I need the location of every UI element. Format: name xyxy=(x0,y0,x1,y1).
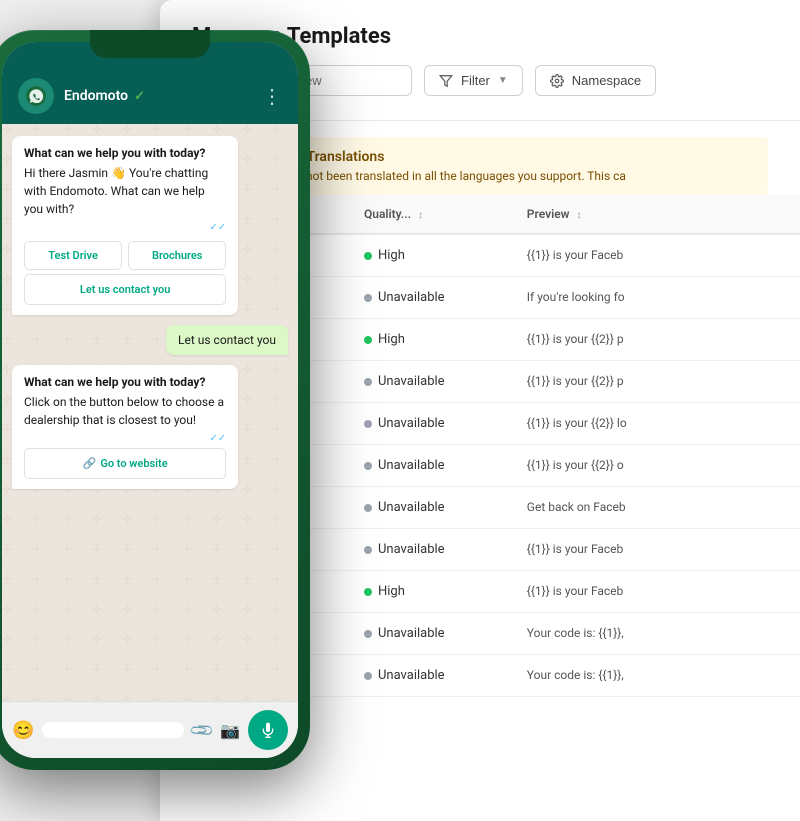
preview-cell: Your code is: {{1}}, xyxy=(511,655,800,697)
gear-icon xyxy=(550,74,564,88)
preview-text: {{1}} is your Faceb xyxy=(527,542,624,556)
mic-button[interactable] xyxy=(248,710,288,750)
contact-info: Endomoto ✓ xyxy=(64,88,252,104)
quality-cell: High xyxy=(348,234,511,277)
external-link-icon: 🔗 xyxy=(83,457,97,470)
message-checkmark-1: ✓✓ xyxy=(24,222,226,233)
bubble-body-2: Click on the button below to choose a de… xyxy=(24,393,226,429)
preview-text: {{1}} is your {{2}} p xyxy=(527,332,624,346)
quality-cell: Unavailable xyxy=(348,613,511,655)
chat-body[interactable]: What can we help you with today? Hi ther… xyxy=(2,124,298,701)
bubble-title-2: What can we help you with today? xyxy=(24,375,226,389)
quality-dot xyxy=(364,252,372,260)
quality-cell: High xyxy=(348,571,511,613)
quality-dot xyxy=(364,336,372,344)
quality-cell: Unavailable xyxy=(348,361,511,403)
quality-label: Unavailable xyxy=(378,668,445,683)
quality-dot xyxy=(364,420,372,428)
go-to-website-button[interactable]: 🔗 Go to website xyxy=(24,448,226,479)
quality-label: Unavailable xyxy=(378,374,445,389)
mic-icon xyxy=(260,722,276,738)
brochures-button[interactable]: Brochures xyxy=(128,241,226,270)
filter-button[interactable]: Filter ▼ xyxy=(424,65,523,96)
namespace-button[interactable]: Namespace xyxy=(535,65,656,96)
quality-label: Unavailable xyxy=(378,416,445,431)
quality-dot xyxy=(364,546,372,554)
filter-icon xyxy=(439,74,453,88)
quality-cell: Unavailable xyxy=(348,277,511,319)
quality-dot xyxy=(364,504,372,512)
preview-text: {{1}} is your {{2}} o xyxy=(527,458,624,472)
preview-cell: {{1}} is your Faceb xyxy=(511,529,800,571)
chat-bubble-2: What can we help you with today? Click o… xyxy=(12,365,238,489)
preview-text: Your code is: {{1}}, xyxy=(527,626,624,640)
phone-notch xyxy=(90,30,210,58)
quality-label: Unavailable xyxy=(378,626,445,641)
brand-logo xyxy=(25,85,47,107)
verified-icon: ✓ xyxy=(134,89,145,104)
message-input[interactable] xyxy=(42,722,184,738)
preview-text: {{1}} is your Faceb xyxy=(527,248,624,262)
preview-cell: {{1}} is your {{2}} lo xyxy=(511,403,800,445)
sent-message-1: Let us contact you xyxy=(166,325,288,355)
bubble-title-1: What can we help you with today? xyxy=(24,146,226,160)
preview-text: If you're looking fo xyxy=(527,290,625,304)
quality-cell: Unavailable xyxy=(348,487,511,529)
bubble-buttons-1: Test Drive Brochures xyxy=(24,241,226,270)
quality-cell: Unavailable xyxy=(348,445,511,487)
quality-label: High xyxy=(378,248,405,263)
sort-icon-preview: ↕ xyxy=(577,210,582,221)
quality-dot xyxy=(364,630,372,638)
quality-cell: High xyxy=(348,319,511,361)
preview-cell: {{1}} is your {{2}} p xyxy=(511,361,800,403)
preview-cell: Get back on Faceb xyxy=(511,487,800,529)
emoji-icon[interactable]: 😊 xyxy=(12,720,34,741)
quality-dot xyxy=(364,588,372,596)
quality-dot xyxy=(364,672,372,680)
phone-mockup: Endomoto ✓ ⋮ What can we help you with t… xyxy=(0,30,330,790)
quality-cell: Unavailable xyxy=(348,529,511,571)
preview-text: {{1}} is your {{2}} lo xyxy=(527,416,627,430)
sort-icon-quality: ↕ xyxy=(418,210,423,221)
chevron-down-icon: ▼ xyxy=(498,75,508,86)
preview-cell: {{1}} is your {{2}} p xyxy=(511,319,800,361)
avatar xyxy=(18,78,54,114)
preview-cell: {{1}} is your Faceb xyxy=(511,571,800,613)
more-options-icon[interactable]: ⋮ xyxy=(262,84,282,108)
message-checkmark-2: ✓✓ xyxy=(24,433,226,444)
camera-icon[interactable]: 📷 xyxy=(220,721,240,740)
preview-text: Get back on Faceb xyxy=(527,500,626,514)
quality-label: Unavailable xyxy=(378,500,445,515)
quality-dot xyxy=(364,462,372,470)
preview-cell: {{1}} is your Faceb xyxy=(511,234,800,277)
quality-label: High xyxy=(378,332,405,347)
preview-cell: {{1}} is your {{2}} o xyxy=(511,445,800,487)
bubble-body-1: Hi there Jasmin 👋 You're chatting with E… xyxy=(24,164,226,218)
quality-cell: Unavailable xyxy=(348,403,511,445)
preview-text: {{1}} is your {{2}} p xyxy=(527,374,624,388)
preview-text: {{1}} is your Faceb xyxy=(527,584,624,598)
quality-label: Unavailable xyxy=(378,290,445,305)
phone-outer-shell: Endomoto ✓ ⋮ What can we help you with t… xyxy=(0,30,310,770)
contact-name: Endomoto ✓ xyxy=(64,88,252,104)
quality-dot xyxy=(364,294,372,302)
quality-label: High xyxy=(378,584,405,599)
quality-cell: Unavailable xyxy=(348,655,511,697)
test-drive-button[interactable]: Test Drive xyxy=(24,241,122,270)
quality-dot xyxy=(364,378,372,386)
preview-text: Your code is: {{1}}, xyxy=(527,668,624,682)
preview-cell: If you're looking fo xyxy=(511,277,800,319)
attach-icon[interactable]: 📎 xyxy=(188,716,216,744)
phone-screen: Endomoto ✓ ⋮ What can we help you with t… xyxy=(2,42,298,758)
col-header-preview[interactable]: Preview ↕ xyxy=(511,195,800,234)
let-us-contact-button[interactable]: Let us contact you xyxy=(24,274,226,305)
col-header-quality[interactable]: Quality... ↕ xyxy=(348,195,511,234)
quality-label: Unavailable xyxy=(378,542,445,557)
quality-label: Unavailable xyxy=(378,458,445,473)
chat-bubble-1: What can we help you with today? Hi ther… xyxy=(12,136,238,315)
chat-footer[interactable]: 😊 📎 📷 xyxy=(2,701,298,758)
preview-cell: Your code is: {{1}}, xyxy=(511,613,800,655)
